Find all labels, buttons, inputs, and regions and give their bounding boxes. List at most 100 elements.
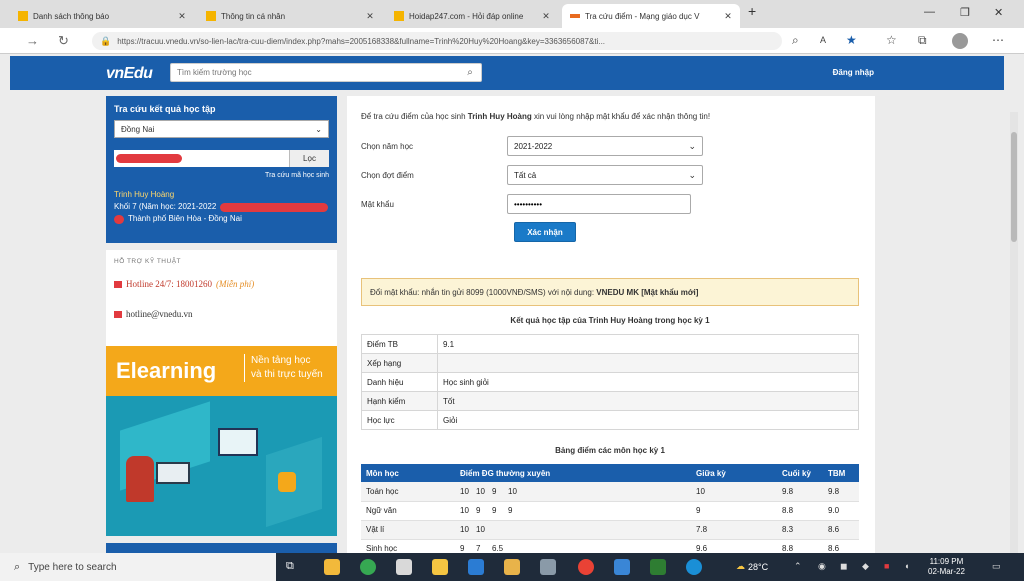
email-text[interactable]: hotline@vnedu.vn xyxy=(126,309,193,319)
score: 10 xyxy=(460,525,469,534)
regular-scores: 10 10 9 10 xyxy=(455,482,691,502)
favorites-icon[interactable]: ☆ xyxy=(886,33,897,47)
year-value: 2021-2022 xyxy=(514,141,553,151)
school-year-select[interactable]: 2021-2022 ⌄ xyxy=(507,136,703,156)
grade-period-select[interactable]: Tất cả ⌄ xyxy=(507,165,703,185)
collections-icon[interactable]: ⧉ xyxy=(918,33,927,48)
hotline-text[interactable]: Hotline 24/7: 18001260 xyxy=(126,279,212,289)
browser-tab-strip: Danh sách thông báo ✕ Thông tin cá nhân … xyxy=(0,0,1024,28)
search-icon: ⌕ xyxy=(14,560,21,573)
tab-grade-lookup[interactable]: Tra cứu điểm - Mạng giáo dục V ✕ xyxy=(562,4,740,28)
student-name: Trinh Huy Hoàng xyxy=(114,190,175,199)
scrollbar-thumb[interactable] xyxy=(1011,132,1017,242)
page-scrollbar[interactable] xyxy=(1010,112,1018,553)
weather-icon: ☁ xyxy=(736,561,745,571)
score: 6.5 xyxy=(492,544,504,553)
profile-avatar-icon[interactable] xyxy=(952,33,968,49)
score: 10 xyxy=(460,506,469,515)
taskbar-app-icon[interactable] xyxy=(650,559,666,575)
school-search-input[interactable] xyxy=(171,68,459,77)
year-label: Chọn năm học xyxy=(361,141,414,151)
regular-scores: 10 9 9 9 xyxy=(455,501,691,521)
redacted-student-code[interactable] xyxy=(116,154,182,163)
logo-text: vnEdu xyxy=(106,65,153,82)
restore-icon[interactable]: ❐ xyxy=(960,6,970,19)
taskbar-search-placeholder: Type here to search xyxy=(28,561,117,573)
taskbar-search[interactable]: ⌕ Type here to search xyxy=(0,553,276,581)
more-menu-icon[interactable]: ⋯ xyxy=(992,33,1004,47)
tray-app-icon[interactable]: ■ xyxy=(884,561,889,571)
tray-app-icon[interactable]: ◼ xyxy=(840,561,847,572)
notification-icon[interactable]: ▭ xyxy=(992,561,1001,572)
taskbar-app-icon[interactable] xyxy=(504,559,520,575)
search-icon[interactable]: ⌕ xyxy=(792,33,799,48)
camera-icon[interactable] xyxy=(540,559,556,575)
second-banner[interactable] xyxy=(106,543,337,553)
summary-value: 9.1 xyxy=(437,334,859,354)
chevron-up-icon[interactable]: ⌃ xyxy=(794,561,802,572)
password-input[interactable] xyxy=(507,194,691,214)
volume-icon[interactable]: ◖ xyxy=(904,561,909,571)
edge-icon[interactable] xyxy=(686,559,702,575)
tray-app-icon[interactable]: ◆ xyxy=(862,561,869,572)
taskbar-app-icon[interactable] xyxy=(324,559,340,575)
tab-label: Tra cứu điểm - Mạng giáo dục V xyxy=(585,11,700,21)
tab-notifications[interactable]: Danh sách thông báo ✕ xyxy=(10,4,194,28)
tab-personal-info[interactable]: Thông tin cá nhân ✕ xyxy=(198,4,382,28)
tab-hoidap247[interactable]: Hoidap247.com - Hỏi đáp online ✕ xyxy=(386,4,558,28)
score: 7 xyxy=(476,544,481,553)
close-icon[interactable]: ✕ xyxy=(722,11,734,22)
lookup-student-code-link[interactable]: Tra cứu mã học sinh xyxy=(114,172,329,179)
login-link[interactable]: Đăng nhập xyxy=(833,68,874,77)
taskbar-clock[interactable]: 11:09 PM 02-Mar-22 xyxy=(928,557,965,577)
task-view-icon[interactable]: ⧉ xyxy=(286,560,302,576)
close-icon[interactable]: ✕ xyxy=(540,11,552,22)
summary-key: Danh hiệu xyxy=(361,372,438,392)
favorite-star-icon[interactable]: ★ xyxy=(846,33,857,47)
new-tab-icon[interactable]: + xyxy=(748,3,756,19)
term-row: Chọn đợt điểm Tất cả ⌄ xyxy=(361,164,861,186)
intro-post: xin vui lòng nhập mật khẩu để xác nhận t… xyxy=(533,112,711,121)
hotline-free: (Miễn phí) xyxy=(216,279,255,289)
intro-pre: Để tra cứu điểm của học sinh xyxy=(361,112,466,121)
search-icon[interactable]: ⌕ xyxy=(459,67,481,78)
chrome-icon[interactable] xyxy=(578,559,594,575)
tray-app-icon[interactable]: ◉ xyxy=(818,561,826,572)
redacted-prefix xyxy=(114,214,124,224)
confirm-button[interactable]: Xác nhận xyxy=(514,222,576,242)
score: 9 xyxy=(476,506,481,515)
site-favicon-icon xyxy=(18,11,28,21)
mail-icon[interactable] xyxy=(468,559,484,575)
close-icon[interactable]: ✕ xyxy=(364,11,376,22)
filter-button[interactable]: Lọc xyxy=(289,150,329,167)
taskbar-app-icon[interactable] xyxy=(396,559,412,575)
vnedu-logo[interactable]: vnEdu xyxy=(106,65,153,83)
summary-value: Tốt xyxy=(437,391,859,411)
read-aloud-icon[interactable]: A xyxy=(820,35,826,45)
password-change-notice: Đổi mật khẩu: nhắn tin gửi 8099 (1000VNĐ… xyxy=(361,278,859,306)
banner-header: Elearning Nền tảng học và thi trực tuyến xyxy=(106,346,337,396)
table-row: Toán học 10 10 9 10 10 9.8 9.8 xyxy=(361,482,859,502)
notice-command: VNEDU MK [Mật khẩu mới] xyxy=(596,287,699,297)
illustration-screen xyxy=(218,428,258,456)
minimize-icon[interactable]: — xyxy=(924,6,935,18)
elearning-banner[interactable]: Elearning Nền tảng học và thi trực tuyến xyxy=(106,346,337,536)
taskbar-app-icon[interactable] xyxy=(360,559,376,575)
back-icon[interactable]: → xyxy=(26,33,39,48)
lookup-title: Tra cứu kết quả học tập xyxy=(114,104,216,114)
col-final: Cuối kỳ xyxy=(777,464,823,482)
address-bar[interactable]: 🔒 https://tracuu.vnedu.vn/so-lien-lac/tr… xyxy=(92,32,782,50)
table-row: Sinh học 9 7 6.5 9.6 8.8 8.6 xyxy=(361,539,859,553)
average-score: 9.8 xyxy=(823,482,859,502)
file-explorer-icon[interactable] xyxy=(432,559,448,575)
photos-icon[interactable] xyxy=(614,559,630,575)
province-select[interactable]: Đồng Nai ⌄ xyxy=(114,120,329,138)
score: 10 xyxy=(476,525,485,534)
summary-value: Học sinh giỏi xyxy=(437,372,859,392)
average-score: 8.6 xyxy=(823,539,859,553)
reload-icon[interactable]: ↻ xyxy=(58,33,69,49)
window-close-icon[interactable]: ✕ xyxy=(994,6,1003,19)
subject-name: Toán học xyxy=(361,482,455,502)
close-icon[interactable]: ✕ xyxy=(176,11,188,22)
weather-widget[interactable]: ☁ 28°C xyxy=(736,561,768,572)
